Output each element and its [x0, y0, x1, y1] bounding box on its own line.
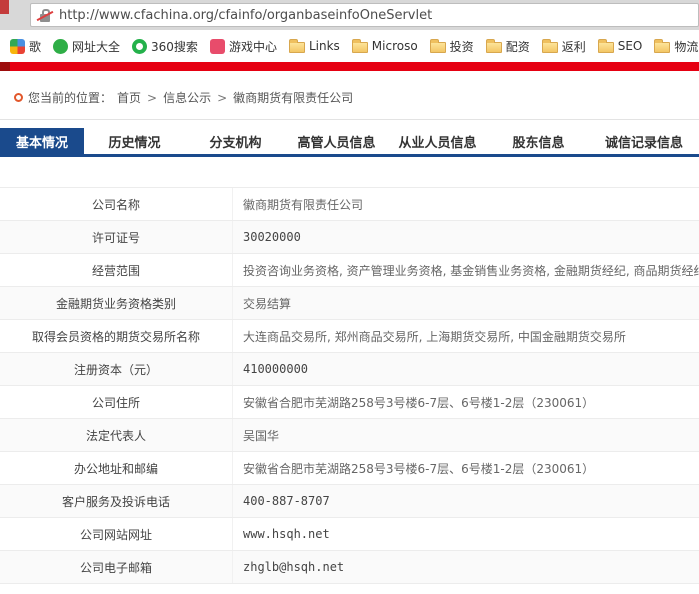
site-banner-strip — [0, 62, 699, 71]
bookmark-game-center[interactable]: 游戏中心 — [205, 38, 282, 55]
breadcrumb-prefix: 您当前的位置： — [28, 91, 113, 105]
table-row-office-address: 办公地址和邮编 安徽省合肥市芜湖路258号3号楼6-7层、6号楼1-2层（230… — [0, 452, 699, 485]
field-value: www.hsqh.net — [232, 518, 699, 550]
bookmark-folder-links[interactable]: Links — [284, 39, 345, 53]
tab-integrity-records[interactable]: 诚信记录信息 — [589, 128, 699, 154]
bookmark-label: 物流 — [674, 39, 699, 54]
bookmark-label: 投资 — [449, 39, 474, 54]
bookmark-folder-logistics[interactable]: 物流 — [649, 38, 699, 55]
breadcrumb-section-link[interactable]: 信息公示 — [163, 89, 211, 106]
table-row-license-no: 许可证号 30020000 — [0, 221, 699, 254]
tab-practitioners[interactable]: 从业人员信息 — [387, 128, 488, 154]
folder-icon — [654, 39, 671, 53]
field-label: 金融期货业务资格类别 — [55, 296, 176, 311]
bookmark-label: 360搜索 — [151, 39, 198, 54]
field-label: 公司网站网址 — [79, 527, 152, 542]
bookmarks-bar: 歌 网址大全 360搜索 游戏中心 Links Microso 投资 配资 返利… — [0, 30, 699, 62]
game-center-icon — [209, 38, 225, 54]
folder-icon — [429, 39, 446, 53]
table-row-email: 公司电子邮箱 zhglb@hsqh.net — [0, 551, 699, 584]
folder-icon — [597, 39, 614, 53]
table-row-company-name: 公司名称 徽商期货有限责任公司 — [0, 188, 699, 221]
bookmark-folder-rebate[interactable]: 返利 — [537, 38, 591, 55]
bookmark-label: Links — [308, 39, 340, 53]
bookmark-label: Microso — [371, 39, 418, 53]
field-label: 公司电子邮箱 — [79, 560, 152, 575]
bookmark-site-directory[interactable]: 网址大全 — [48, 38, 125, 55]
field-value: 410000000 — [232, 353, 699, 385]
table-row-exchange-memberships: 取得会员资格的期货交易所名称 大连商品交易所, 郑州商品交易所, 上海期货交易所… — [0, 320, 699, 353]
url-text[interactable]: http://www.cfachina.org/cfainfo/organbas… — [59, 8, 432, 23]
field-label: 许可证号 — [91, 230, 140, 245]
company-info-table: 公司名称 徽商期货有限责任公司 许可证号 30020000 经营范围 投资咨询业… — [0, 187, 699, 584]
folder-icon — [288, 39, 305, 53]
search-360-icon — [132, 38, 148, 54]
field-value: 徽商期货有限责任公司 — [232, 188, 699, 220]
folder-icon — [351, 39, 368, 53]
field-value: 400-887-8707 — [232, 485, 699, 517]
field-label: 客户服务及投诉电话 — [61, 494, 170, 509]
folder-icon — [541, 39, 558, 53]
field-label: 取得会员资格的期货交易所名称 — [31, 329, 200, 344]
tab-bar: 基本情况 历史情况 分支机构 高管人员信息 从业人员信息 股东信息 诚信记录信息 — [0, 128, 699, 157]
tab-history[interactable]: 历史情况 — [84, 128, 185, 154]
browser-tab-stub — [0, 0, 9, 14]
bookmark-label: SEO — [617, 39, 643, 53]
insecure-lock-icon — [40, 8, 50, 22]
table-row-company-address: 公司住所 安徽省合肥市芜湖路258号3号楼6-7层、6号楼1-2层（230061… — [0, 386, 699, 419]
field-label: 注册资本（元） — [73, 362, 158, 377]
site-directory-icon — [53, 38, 69, 54]
folder-icon — [485, 39, 502, 53]
breadcrumb-separator: > — [147, 90, 158, 105]
table-row-service-phone: 客户服务及投诉电话 400-887-8707 — [0, 485, 699, 518]
bookmark-label: 歌 — [29, 39, 42, 54]
field-value: 安徽省合肥市芜湖路258号3号楼6-7层、6号楼1-2层（230061） — [232, 452, 699, 484]
table-row-business-scope: 经营范围 投资咨询业务资格, 资产管理业务资格, 基金销售业务资格, 金融期货经… — [0, 254, 699, 287]
bookmark-google[interactable]: 歌 — [5, 38, 46, 55]
field-label: 公司名称 — [91, 197, 140, 212]
field-value: zhglb@hsqh.net — [232, 551, 699, 583]
field-value: 吴国华 — [232, 419, 699, 451]
bookmark-label: 网址大全 — [72, 39, 121, 54]
site-banner-left-block — [0, 62, 10, 71]
field-label: 公司住所 — [91, 395, 140, 410]
table-row-futures-qualification: 金融期货业务资格类别 交易结算 — [0, 287, 699, 320]
breadcrumb: 您当前的位置： 首页 > 信息公示 > 徽商期货有限责任公司 — [0, 71, 699, 120]
field-value: 投资咨询业务资格, 资产管理业务资格, 基金销售业务资格, 金融期货经纪, 商品… — [232, 254, 699, 286]
bookmark-folder-seo[interactable]: SEO — [593, 39, 648, 53]
google-icon — [10, 38, 25, 54]
bookmark-label: 游戏中心 — [228, 39, 277, 54]
table-row-website: 公司网站网址 www.hsqh.net — [0, 518, 699, 551]
bookmark-folder-allot[interactable]: 配资 — [481, 38, 535, 55]
table-row-legal-representative: 法定代表人 吴国华 — [0, 419, 699, 452]
bookmark-folder-invest[interactable]: 投资 — [425, 38, 479, 55]
location-icon — [14, 93, 23, 102]
field-value: 30020000 — [232, 221, 699, 253]
tab-shareholders[interactable]: 股东信息 — [488, 128, 589, 154]
table-row-registered-capital: 注册资本（元） 410000000 — [0, 353, 699, 386]
field-label: 法定代表人 — [85, 428, 146, 443]
breadcrumb-current: 徽商期货有限责任公司 — [233, 91, 354, 105]
field-value: 安徽省合肥市芜湖路258号3号楼6-7层、6号楼1-2层（230061） — [232, 386, 699, 418]
bookmark-label: 配资 — [505, 39, 530, 54]
bookmark-label: 返利 — [561, 39, 586, 54]
field-label: 经营范围 — [91, 263, 140, 278]
breadcrumb-home-link[interactable]: 首页 — [117, 89, 141, 106]
bookmark-360-search[interactable]: 360搜索 — [127, 38, 203, 55]
field-value: 交易结算 — [232, 287, 699, 319]
bookmark-folder-microsoft[interactable]: Microso — [347, 39, 423, 53]
breadcrumb-separator: > — [217, 90, 228, 105]
browser-chrome: http://www.cfachina.org/cfainfo/organbas… — [0, 0, 699, 30]
tab-branches[interactable]: 分支机构 — [185, 128, 286, 154]
address-bar[interactable]: http://www.cfachina.org/cfainfo/organbas… — [30, 3, 699, 27]
tab-basic-info[interactable]: 基本情况 — [0, 128, 84, 154]
field-label: 办公地址和邮编 — [73, 461, 158, 476]
field-value: 大连商品交易所, 郑州商品交易所, 上海期货交易所, 中国金融期货交易所 — [232, 320, 699, 352]
tab-executives[interactable]: 高管人员信息 — [286, 128, 387, 154]
